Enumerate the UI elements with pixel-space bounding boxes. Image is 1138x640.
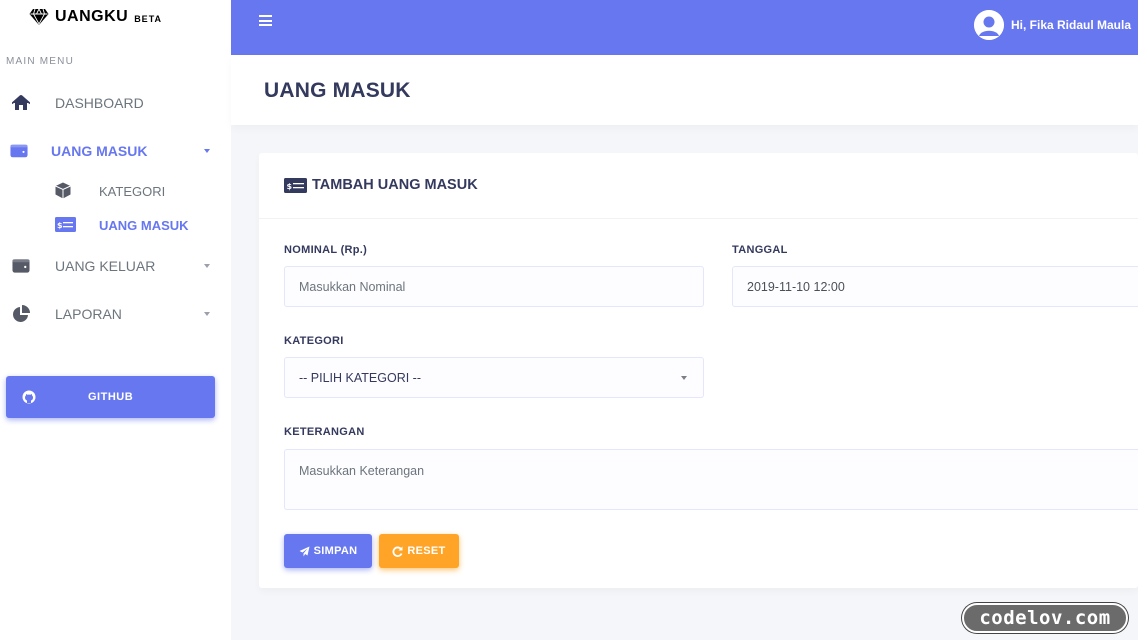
save-button-label: SIMPAN — [313, 545, 358, 557]
brand-name: UANGKU — [54, 8, 129, 25]
chevron-down-icon — [204, 149, 210, 153]
watermark-badge: codelov.com — [962, 603, 1128, 633]
user-greeting: Hi, Fika Ridaul Maula — [1011, 18, 1132, 32]
tanggal-value: 2019-11-10 12:00 — [747, 279, 845, 294]
redo-icon — [392, 546, 403, 557]
github-button-label: GITHUB — [88, 391, 134, 403]
chevron-down-icon — [204, 264, 210, 268]
sidebar-item-laporan[interactable]: LAPORAN — [0, 304, 231, 324]
hamburger-menu-icon[interactable] — [259, 15, 272, 26]
nominal-placeholder: Masukkan Nominal — [299, 279, 406, 294]
sidebar-item-label: UANG MASUK — [51, 143, 148, 159]
sidebar-item-label: LAPORAN — [55, 306, 122, 322]
sidebar-subitem-label: UANG MASUK — [99, 218, 189, 233]
diamond-icon — [29, 8, 49, 25]
top-navbar: Hi, Fika Ridaul Maula — [231, 0, 1138, 55]
sidebar-subitem-uang-masuk[interactable]: $ UANG MASUK — [0, 215, 231, 235]
menu-header-label: MAIN MENU — [6, 56, 75, 67]
sidebar-subitem-label: KATEGORI — [99, 184, 166, 199]
nominal-label: NOMINAL (Rp.) — [284, 244, 368, 256]
paper-plane-icon — [299, 546, 310, 556]
sidebar-item-label: UANG KELUAR — [55, 258, 156, 274]
reset-button[interactable]: RESET — [379, 534, 459, 568]
kategori-label: KATEGORI — [284, 335, 344, 347]
card-title-label: TAMBAH UANG MASUK — [312, 177, 478, 193]
page-title: UANG MASUK — [264, 79, 411, 102]
money-bill-icon: $ — [284, 177, 307, 193]
watermark-text: codelov.com — [979, 607, 1111, 629]
github-icon — [22, 390, 36, 404]
section-header: UANG MASUK — [231, 55, 1138, 125]
sidebar-subitem-kategori[interactable]: KATEGORI — [0, 181, 231, 201]
avatar — [974, 10, 1004, 40]
chevron-down-icon — [204, 312, 210, 316]
user-avatar-icon — [974, 10, 1004, 40]
svg-text:$: $ — [57, 221, 63, 230]
pie-chart-icon — [12, 305, 30, 323]
form-card: $ TAMBAH UANG MASUK NOMINAL (Rp.) Masukk… — [259, 153, 1138, 588]
user-menu[interactable]: Hi, Fika Ridaul Maula — [974, 10, 1131, 40]
tanggal-label: TANGGAL — [732, 244, 788, 256]
chevron-down-icon — [681, 376, 687, 380]
brand-badge: BETA — [134, 13, 163, 24]
kategori-select[interactable]: -- PILIH KATEGORI -- — [284, 357, 704, 398]
sidebar-item-label: DASHBOARD — [55, 95, 144, 111]
github-button[interactable]: GITHUB — [6, 376, 215, 418]
wallet-icon — [10, 142, 28, 160]
sidebar-item-dashboard[interactable]: DASHBOARD — [0, 93, 231, 113]
money-bill-icon: $ — [55, 216, 76, 232]
reset-button-label: RESET — [407, 545, 446, 557]
kategori-selected: -- PILIH KATEGORI -- — [299, 370, 421, 385]
save-button[interactable]: SIMPAN — [284, 534, 372, 568]
sidebar: UANGKU BETA MAIN MENU DASHBOARD UANG MAS… — [0, 0, 231, 640]
sidebar-item-uang-masuk[interactable]: UANG MASUK — [0, 141, 231, 161]
cube-icon — [55, 182, 71, 198]
home-icon — [12, 94, 30, 112]
nominal-input[interactable]: Masukkan Nominal — [284, 266, 704, 307]
wallet-icon — [12, 257, 30, 275]
keterangan-label: KETERANGAN — [284, 426, 365, 438]
keterangan-textarea[interactable]: Masukkan Keterangan — [284, 449, 1138, 510]
keterangan-placeholder: Masukkan Keterangan — [299, 464, 425, 478]
card-header: $ TAMBAH UANG MASUK — [259, 153, 1138, 219]
svg-text:$: $ — [287, 182, 293, 191]
sidebar-item-uang-keluar[interactable]: UANG KELUAR — [0, 256, 231, 276]
brand[interactable]: UANGKU BETA — [0, 0, 231, 34]
tanggal-input[interactable]: 2019-11-10 12:00 — [732, 266, 1138, 307]
card-title: $ TAMBAH UANG MASUK — [284, 177, 478, 193]
